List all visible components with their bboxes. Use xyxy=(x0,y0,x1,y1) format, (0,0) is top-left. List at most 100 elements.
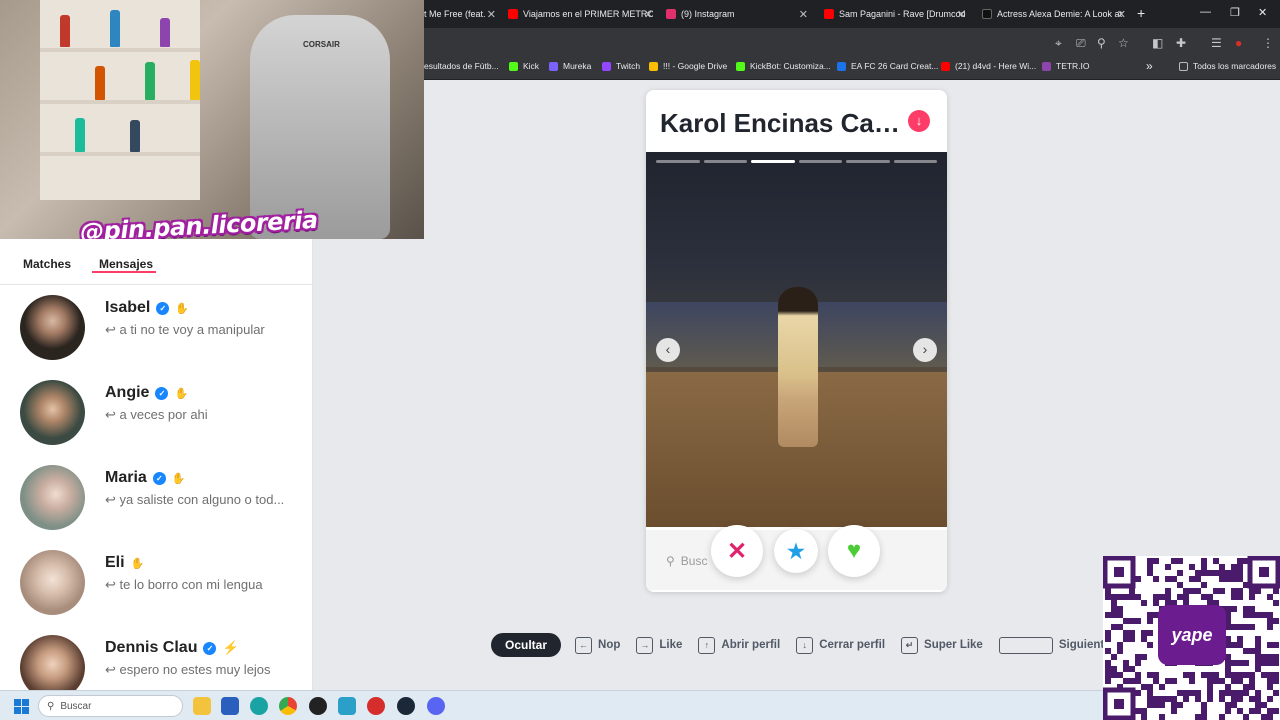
bookmark-label: Kick xyxy=(523,61,540,71)
file-explorer-icon[interactable] xyxy=(193,697,211,715)
message-name: Angie xyxy=(105,384,150,401)
message-item[interactable]: Maria ✓ ✋ ↩ ya saliste con alguno o tod... xyxy=(0,455,312,540)
close-icon[interactable]: ✕ xyxy=(957,8,966,21)
hide-shortcuts-button[interactable]: Ocultar xyxy=(491,633,562,657)
yape-logo: yape xyxy=(1158,605,1226,665)
more-bookmarks-button[interactable]: » xyxy=(1146,59,1153,73)
bookmark-item[interactable]: EA FC 26 Card Creat... xyxy=(837,61,938,71)
photo-progress-segment[interactable] xyxy=(846,160,890,163)
bookmark-item[interactable]: Twitch xyxy=(602,61,640,71)
photo-progress-segment[interactable] xyxy=(798,160,842,163)
bookmark-item[interactable]: Mureka xyxy=(549,61,591,71)
browser-tab-5[interactable]: Actress Alexa Demie: A Look at ✕ xyxy=(982,4,1126,24)
search-input[interactable]: ⚲ Busc xyxy=(666,554,707,568)
photo-progress-segment[interactable] xyxy=(751,160,795,163)
bookmark-star-icon[interactable]: ☆ xyxy=(1118,36,1129,50)
close-profile-icon[interactable]: ↓ xyxy=(908,110,930,132)
new-tab-button[interactable]: + xyxy=(1137,5,1145,21)
nope-button[interactable]: ✕ xyxy=(711,525,763,577)
instagram-icon xyxy=(666,9,676,19)
message-item[interactable]: Dennis Clau ✓ ⚡ ↩ espero no estes muy lejo… xyxy=(0,625,312,690)
bookmark-item[interactable]: (21) d4vd - Here Wi... xyxy=(941,61,1036,71)
browser-tab-3[interactable]: (9) Instagram ✕ xyxy=(666,4,808,24)
bookmark-item[interactable]: Kick xyxy=(509,61,539,71)
all-bookmarks-button[interactable]: Todos los marcadores xyxy=(1179,61,1276,71)
message-preview: ya saliste con alguno o tod... xyxy=(119,492,285,507)
taskbar-search-placeholder: Buscar xyxy=(60,700,92,712)
message-item[interactable]: Angie ✓ ✋ ↩ a veces por ahi xyxy=(0,370,312,455)
profile-photo[interactable]: ‹ › xyxy=(646,152,947,527)
close-window-icon[interactable]: ✕ xyxy=(1258,6,1267,19)
message-name: Isabel xyxy=(105,299,151,316)
verified-badge-icon: ✓ xyxy=(155,386,169,400)
next-photo-icon[interactable]: › xyxy=(913,338,937,362)
arrow-down-key-icon: ↓ xyxy=(796,636,814,654)
menu-icon[interactable]: ⋮ xyxy=(1262,36,1274,50)
close-icon[interactable]: ✕ xyxy=(487,8,496,21)
previous-photo-icon[interactable]: ‹ xyxy=(656,338,680,362)
bookmark-item[interactable]: esultados de Fútb... xyxy=(424,61,499,71)
puzzle-icon[interactable]: ✚ xyxy=(1176,36,1186,50)
avatar xyxy=(20,635,85,690)
photo-progress-segment[interactable] xyxy=(703,160,747,163)
shortcut-label: Super Like xyxy=(924,639,983,651)
steam-icon[interactable] xyxy=(397,697,415,715)
tetrio-icon xyxy=(1042,61,1051,71)
photo-progress-segment[interactable] xyxy=(893,160,937,163)
restore-icon[interactable]: ❐ xyxy=(1230,6,1240,19)
bookmark-item[interactable]: !!! - Google Drive xyxy=(649,61,727,71)
super-like-button[interactable]: ★ xyxy=(774,529,818,573)
tab-matches[interactable]: Matches xyxy=(23,257,71,271)
media-icon[interactable]: ☰ xyxy=(1211,36,1222,50)
like-button[interactable]: ♥ xyxy=(828,525,880,577)
shortcut-like: → Like xyxy=(636,636,683,654)
message-preview: te lo borro con mi lengua xyxy=(119,577,263,592)
extension-icon[interactable]: ◧ xyxy=(1152,36,1163,50)
app-icon[interactable] xyxy=(367,697,385,715)
bookmark-item[interactable]: TETR.IO xyxy=(1042,61,1090,71)
shortcut-label: Nop xyxy=(598,639,621,651)
close-icon[interactable]: ✕ xyxy=(799,8,808,21)
location-icon[interactable]: ⌖ xyxy=(1055,36,1062,51)
avatar xyxy=(20,380,85,445)
browser-tab-1[interactable]: t Me Free (feat. ✕ xyxy=(424,4,496,24)
wave-icon: ✋ xyxy=(130,557,145,570)
windows-start-icon[interactable] xyxy=(14,699,29,714)
tab-messages[interactable]: Mensajes xyxy=(99,257,153,271)
tiktok-icon xyxy=(982,9,992,19)
mureka-icon xyxy=(549,61,558,71)
yape-brand-label: yape xyxy=(1171,625,1213,645)
browser-tab-2[interactable]: Viajamos en el PRIMER METRO ✕ xyxy=(508,4,653,24)
cast-icon[interactable]: ⎚ xyxy=(1076,36,1086,51)
store-icon[interactable] xyxy=(221,697,239,715)
search-icon: ⚲ xyxy=(47,700,55,712)
shortcut-close-profile: ↓ Cerrar perfil xyxy=(796,636,885,654)
message-preview: espero no estes muy lejos xyxy=(119,662,271,677)
discord-icon[interactable] xyxy=(427,697,445,715)
browser-tab-4[interactable]: Sam Paganini - Rave [Drumcode ✕ xyxy=(824,4,966,24)
chrome-icon[interactable] xyxy=(279,697,297,715)
close-icon[interactable]: ✕ xyxy=(644,8,653,21)
figure-icon xyxy=(160,18,170,47)
bookmark-label: Mureka xyxy=(563,61,592,71)
obs-icon[interactable] xyxy=(309,697,327,715)
taskbar-search[interactable]: ⚲ Buscar xyxy=(38,695,183,717)
shortcut-open-profile: ↑ Abrir perfil xyxy=(698,636,780,654)
profile-name: Karol Encinas Cas... xyxy=(660,108,904,138)
shelf-board xyxy=(40,48,200,52)
minimize-icon[interactable]: — xyxy=(1200,6,1211,18)
close-icon[interactable]: ✕ xyxy=(1117,8,1126,21)
profile-icon[interactable]: ● xyxy=(1235,36,1242,50)
message-item[interactable]: Eli ✋ ↩ te lo borro con mi lengua xyxy=(0,540,312,625)
photo-progress-segment[interactable] xyxy=(656,160,700,163)
zoom-icon[interactable]: ⚲ xyxy=(1097,36,1106,50)
bookmark-item[interactable]: KickBot: Customiza... xyxy=(736,61,831,71)
keyboard-shortcuts: Ocultar ← Nop → Like ↑ Abrir perfil ↓ Cerrar… xyxy=(491,633,1152,657)
kick-icon xyxy=(509,61,518,71)
notepad-icon[interactable] xyxy=(338,697,356,715)
message-name: Dennis Clau xyxy=(105,639,198,656)
edge-icon[interactable] xyxy=(250,697,268,715)
shortcut-label: Like xyxy=(659,639,683,651)
message-item[interactable]: Isabel ✓ ✋ ↩ a ti no te voy a manipular xyxy=(0,285,312,370)
wave-icon: ✋ xyxy=(171,472,186,485)
